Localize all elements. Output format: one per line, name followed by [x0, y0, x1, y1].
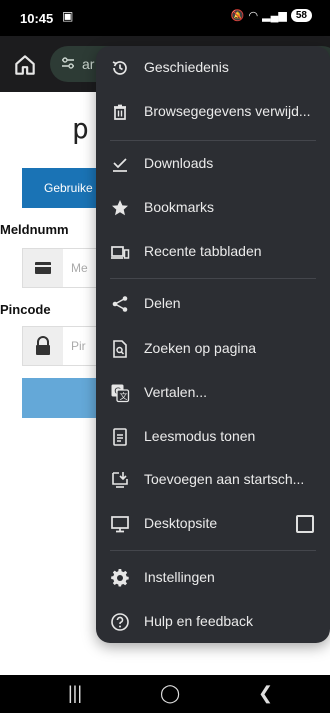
- home-icon[interactable]: [12, 52, 38, 78]
- pincode-placeholder: Pir: [71, 339, 86, 353]
- menu-item-translate[interactable]: G文 Vertalen...: [96, 373, 330, 413]
- history-icon: [110, 58, 130, 78]
- share-icon: [110, 294, 130, 314]
- download-check-icon: [110, 154, 130, 174]
- menu-label-recent-tabs: Recente tabbladen: [144, 243, 262, 259]
- menu-separator: [110, 550, 316, 551]
- menu-item-find-in-page[interactable]: Zoeken op pagina: [96, 329, 330, 369]
- svg-text:文: 文: [120, 391, 128, 401]
- menu-item-add-to-home[interactable]: Toevoegen aan startsch...: [96, 460, 330, 500]
- translate-icon: G文: [110, 383, 130, 403]
- screenshot-indicator-icon: ▣: [62, 9, 74, 23]
- system-nav-bar: ||| ◯ ❮: [0, 675, 330, 713]
- menu-label-desktop-site: Desktopsite: [144, 515, 218, 531]
- menu-separator: [110, 140, 316, 141]
- trash-icon: [110, 102, 130, 122]
- home-nav-icon[interactable]: ◯: [160, 683, 180, 704]
- menu-label-help: Hulp en feedback: [144, 613, 253, 629]
- add-to-home-screen-icon: [110, 470, 130, 490]
- gear-icon: [110, 568, 130, 588]
- menu-label-clear-data: Browsegegevens verwijd...: [144, 103, 311, 119]
- menu-item-bookmarks[interactable]: Bookmarks: [96, 188, 330, 228]
- menu-label-downloads: Downloads: [144, 155, 214, 171]
- help-icon: [110, 612, 130, 632]
- address-text: ar: [82, 56, 95, 72]
- lock-icon: [23, 327, 63, 365]
- desktop-icon: [110, 514, 130, 534]
- star-icon: [110, 198, 130, 218]
- id-card-icon: [23, 249, 63, 287]
- mute-icon: 🔕: [230, 10, 245, 22]
- menu-item-settings[interactable]: Instellingen: [96, 558, 330, 598]
- site-settings-icon[interactable]: [60, 55, 76, 74]
- pincode-field[interactable]: Pir: [22, 326, 104, 366]
- meldnummer-field[interactable]: Me: [22, 248, 104, 288]
- submit-button[interactable]: [22, 378, 102, 418]
- wifi-icon: ◠: [248, 10, 259, 22]
- devices-icon: [110, 242, 130, 262]
- label-meldnummer: Meldnumm: [0, 222, 69, 237]
- menu-item-desktop-site[interactable]: Desktopsite: [96, 504, 330, 544]
- menu-label-settings: Instellingen: [144, 569, 215, 585]
- desktop-site-checkbox[interactable]: [296, 515, 314, 533]
- menu-separator: [110, 278, 316, 279]
- label-pincode: Pincode: [0, 302, 51, 317]
- signal-icon: ▂▄▆: [262, 10, 287, 22]
- menu-item-reader-mode[interactable]: Leesmodus tonen: [96, 417, 330, 457]
- menu-label-bookmarks: Bookmarks: [144, 199, 215, 215]
- menu-label-reader-mode: Leesmodus tonen: [144, 428, 256, 444]
- status-bar: 10:45 ▣ 🔕 ◠ ▂▄▆ 58: [0, 0, 330, 36]
- battery-indicator: 58: [290, 9, 312, 22]
- menu-label-share: Delen: [144, 295, 181, 311]
- meldnummer-placeholder: Me: [71, 261, 88, 275]
- menu-item-share[interactable]: Delen: [96, 284, 330, 324]
- menu-item-help[interactable]: Hulp en feedback: [96, 602, 330, 642]
- find-in-page-icon: [110, 339, 130, 359]
- menu-item-downloads[interactable]: Downloads: [96, 144, 330, 184]
- menu-item-clear-data[interactable]: Browsegegevens verwijd...: [96, 92, 330, 132]
- overflow-menu: Geschiedenis Browsegegevens verwijd... D…: [96, 46, 330, 643]
- menu-label-translate: Vertalen...: [144, 384, 208, 400]
- menu-item-recent-tabs[interactable]: Recente tabbladen: [96, 232, 330, 272]
- status-icons: 🔕 ◠ ▂▄▆ 58: [231, 9, 312, 22]
- site-logo: p: [72, 112, 89, 145]
- menu-label-history: Geschiedenis: [144, 59, 229, 75]
- menu-label-find-in-page: Zoeken op pagina: [144, 340, 257, 356]
- recent-apps-icon[interactable]: |||: [68, 683, 82, 704]
- menu-label-add-to-home: Toevoegen aan startsch...: [144, 471, 305, 487]
- status-time: 10:45: [20, 11, 54, 26]
- reader-mode-icon: [110, 427, 130, 447]
- menu-item-history[interactable]: Geschiedenis: [96, 48, 330, 88]
- back-icon[interactable]: ❮: [258, 683, 273, 704]
